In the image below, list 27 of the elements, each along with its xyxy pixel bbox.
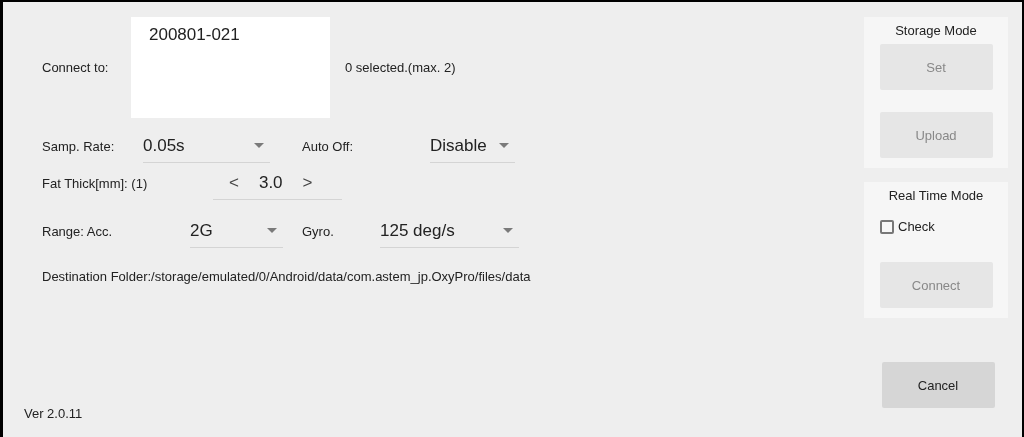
field-label: Connect to:: [42, 60, 110, 75]
caret-icon: [254, 142, 264, 149]
increment-button[interactable]: >: [302, 173, 313, 193]
destination-folder: Destination Folder:/storage/emulated/0/Android/data/com.astem_jp.OxyPro/files/data: [42, 269, 532, 284]
dropdown[interactable]: Disable: [430, 129, 515, 163]
decrement-button[interactable]: <: [229, 173, 239, 193]
device-item[interactable]: 200801-021: [149, 25, 312, 47]
dropdown[interactable]: 125 deg/s: [380, 214, 519, 248]
caret-icon: [503, 227, 513, 234]
field-label: Range: Acc.: [42, 223, 114, 239]
caret-icon: [499, 142, 509, 149]
check-checkbox[interactable]: Check: [880, 219, 935, 234]
stepper-value: 3.0: [258, 173, 283, 193]
dropdown[interactable]: 2G: [190, 214, 283, 248]
field-label: Gyro.: [302, 223, 335, 239]
field-label: Samp. Rate:: [42, 138, 116, 154]
dropdown[interactable]: 0.05s: [143, 129, 270, 163]
panel-title: Storage Mode: [895, 23, 977, 38]
selection-count: 0 selected.(max. 2): [345, 60, 456, 75]
field-label: Auto Off:: [302, 138, 355, 154]
panel-title: Real Time Mode: [888, 188, 984, 203]
field-label: Fat Thick[mm]: (1): [42, 176, 149, 191]
cancel-button[interactable]: Cancel: [881, 362, 995, 408]
number-stepper[interactable]: < 3.0 >: [213, 167, 342, 200]
caret-icon: [267, 227, 277, 234]
checkbox[interactable]: [880, 219, 894, 234]
version-label: Ver 2.0.11: [24, 406, 84, 421]
